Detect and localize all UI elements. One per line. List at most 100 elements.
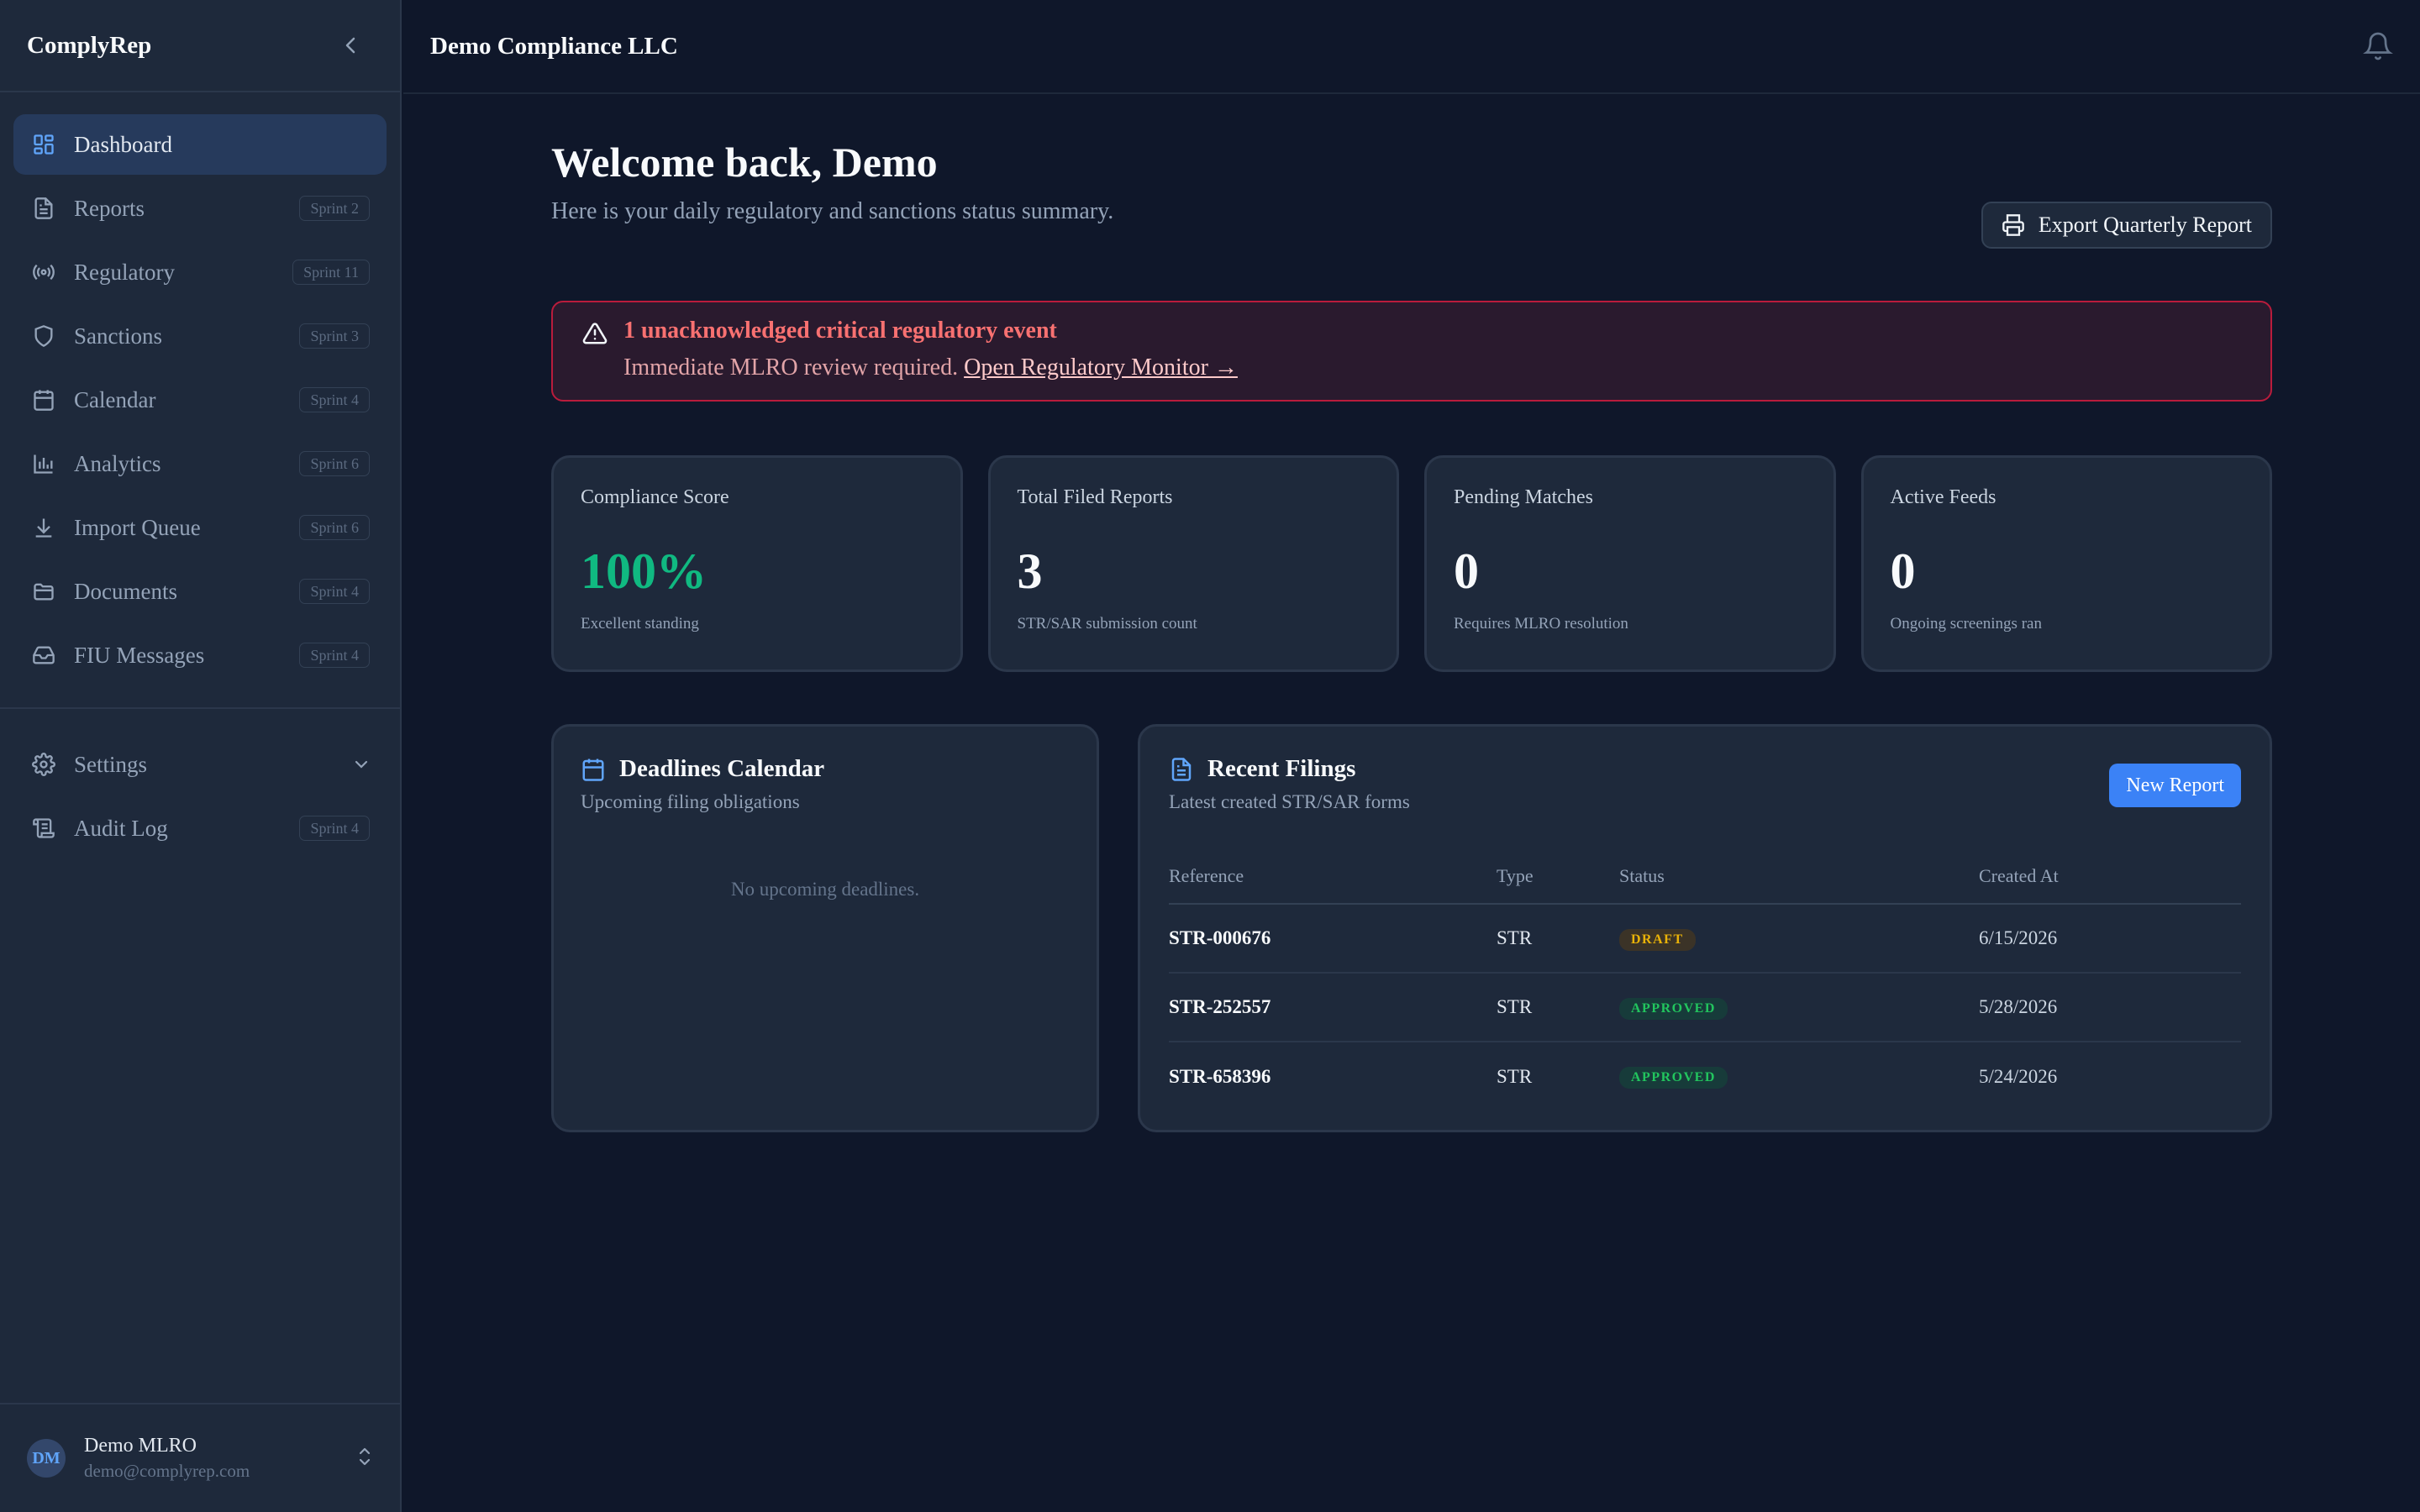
stat-card-active-feeds: Active Feeds 0 Ongoing screenings ran bbox=[1860, 455, 2272, 672]
printer-icon bbox=[2002, 213, 2025, 237]
stat-value: 100% bbox=[581, 543, 707, 599]
calendar-icon bbox=[581, 757, 606, 782]
bottom-panels: Deadlines Calendar Upcoming filing oblig… bbox=[551, 724, 2272, 1132]
sidebar-item-label: Calendar bbox=[74, 386, 156, 412]
sidebar-item-audit-log[interactable]: Audit Log Sprint 4 bbox=[13, 798, 387, 858]
alert-triangle-icon bbox=[581, 321, 608, 385]
sidebar-item-documents[interactable]: Documents Sprint 4 bbox=[13, 561, 387, 622]
download-icon bbox=[30, 514, 57, 541]
sidebar-item-label: FIU Messages bbox=[74, 642, 205, 668]
new-report-button[interactable]: New Report bbox=[2109, 764, 2241, 807]
chevron-left-icon bbox=[345, 37, 355, 54]
sidebar-item-label: Import Queue bbox=[74, 514, 201, 540]
stat-label: Active Feeds bbox=[1890, 486, 1996, 508]
sidebar-item-label: Audit Log bbox=[74, 815, 168, 841]
stats-row: Compliance Score 100% Excellent standing… bbox=[551, 455, 2272, 672]
sidebar-item-label: Settings bbox=[74, 751, 148, 777]
stat-note: STR/SAR submission count bbox=[1017, 615, 1197, 633]
main-content: Welcome back, Demo Here is your daily re… bbox=[551, 94, 2272, 1132]
sidebar-item-dashboard[interactable]: Dashboard bbox=[13, 114, 387, 175]
type-cell: STR bbox=[1497, 973, 1619, 1042]
column-header-status[interactable]: Status bbox=[1619, 848, 1979, 905]
file-text-icon bbox=[1169, 757, 1194, 782]
user-email: demo@complyrep.com bbox=[84, 1461, 250, 1481]
sidebar-item-fiu-messages[interactable]: FIU Messages Sprint 4 bbox=[13, 625, 387, 685]
created-cell: 5/24/2026 bbox=[1979, 1065, 2058, 1087]
file-text-icon bbox=[30, 195, 57, 222]
reference-cell: STR-252557 bbox=[1169, 973, 1497, 1042]
user-menu[interactable]: DM Demo MLRO demo@complyrep.com bbox=[0, 1403, 400, 1512]
column-header-reference[interactable]: Reference bbox=[1169, 848, 1497, 905]
panel-title: Recent Filings bbox=[1207, 755, 1356, 782]
stat-card-pending-matches: Pending Matches 0 Requires MLRO resoluti… bbox=[1424, 455, 1836, 672]
sprint-badge: Sprint 4 bbox=[299, 816, 370, 841]
sprint-badge: Sprint 2 bbox=[299, 196, 370, 221]
table-row[interactable]: STR-252557 STR APPROVED 5/28/2026 bbox=[1169, 973, 2241, 1042]
sidebar-nav: Dashboard Reports Sprint 2 Regulatory Sp… bbox=[0, 92, 400, 858]
open-regulatory-monitor-link[interactable]: Open Regulatory Monitor → bbox=[964, 354, 1238, 381]
column-header-created-at[interactable]: Created At bbox=[1979, 848, 2241, 905]
created-cell: 5/28/2026 bbox=[1979, 973, 2241, 1042]
stat-value: 3 bbox=[1017, 543, 1043, 599]
stat-note: Requires MLRO resolution bbox=[1454, 615, 1628, 633]
inbox-icon bbox=[30, 642, 57, 669]
export-quarterly-report-button[interactable]: Export Quarterly Report bbox=[1981, 202, 2272, 249]
empty-state: No upcoming deadlines. bbox=[730, 879, 920, 900]
sidebar-item-settings[interactable]: Settings bbox=[13, 734, 387, 795]
avatar: DM bbox=[27, 1439, 66, 1478]
scroll-icon bbox=[30, 815, 57, 842]
stat-card-compliance-score: Compliance Score 100% Excellent standing bbox=[551, 455, 963, 672]
alert-message: Immediate MLRO review required. Open Reg… bbox=[623, 354, 1238, 381]
reference-cell: STR-658396 bbox=[1169, 1065, 1271, 1087]
dashboard-icon bbox=[30, 131, 57, 158]
org-name: Demo Compliance LLC bbox=[430, 32, 678, 60]
critical-alert: 1 unacknowledged critical regulatory eve… bbox=[551, 301, 2272, 402]
sidebar-item-calendar[interactable]: Calendar Sprint 4 bbox=[13, 370, 387, 430]
brand-logo[interactable]: ComplyRep bbox=[27, 32, 151, 60]
panel-header: Deadlines Calendar bbox=[581, 755, 1070, 783]
sidebar-item-label: Reports bbox=[74, 195, 145, 221]
sidebar-item-label: Documents bbox=[74, 578, 177, 604]
stat-value: 0 bbox=[1454, 543, 1479, 599]
panel-subtitle: Upcoming filing obligations bbox=[581, 791, 800, 812]
sidebar-item-reports[interactable]: Reports Sprint 2 bbox=[13, 178, 387, 239]
stat-label: Pending Matches bbox=[1454, 486, 1593, 508]
sidebar-item-sanctions[interactable]: Sanctions Sprint 3 bbox=[13, 306, 387, 366]
sidebar-header: ComplyRep bbox=[0, 0, 400, 92]
table-row[interactable]: STR-658396 STR APPROVED 5/24/2026 bbox=[1169, 1042, 2241, 1110]
column-header-type[interactable]: Type bbox=[1497, 848, 1619, 905]
reference-cell: STR-000676 bbox=[1169, 904, 1497, 974]
stat-value: 0 bbox=[1890, 543, 1916, 599]
gear-icon bbox=[30, 751, 57, 778]
page-subtitle: Here is your daily regulatory and sancti… bbox=[551, 198, 1114, 224]
type-cell: STR bbox=[1497, 904, 1619, 974]
table-header-row: Reference Type Status Created At bbox=[1169, 848, 2241, 905]
sidebar-item-import-queue[interactable]: Import Queue Sprint 6 bbox=[13, 497, 387, 558]
sprint-badge: Sprint 6 bbox=[299, 451, 370, 476]
status-badge: APPROVED bbox=[1619, 997, 1728, 1020]
collapse-sidebar-button[interactable] bbox=[338, 33, 363, 58]
sidebar-item-regulatory[interactable]: Regulatory Sprint 11 bbox=[13, 242, 387, 302]
alert-message-text: Immediate MLRO review required. bbox=[623, 354, 959, 381]
sidebar-item-analytics[interactable]: Analytics Sprint 6 bbox=[13, 433, 387, 494]
sprint-badge: Sprint 4 bbox=[299, 643, 370, 668]
sidebar-item-label: Sanctions bbox=[74, 323, 162, 349]
radio-icon bbox=[30, 259, 57, 286]
sprint-badge: Sprint 4 bbox=[299, 579, 370, 604]
status-cell: APPROVED bbox=[1619, 973, 1979, 1042]
panel-subtitle: Latest created STR/SAR forms bbox=[1169, 791, 1410, 812]
chevrons-up-down-icon bbox=[356, 1445, 373, 1473]
stat-label: Compliance Score bbox=[581, 486, 729, 508]
shield-icon bbox=[30, 323, 57, 349]
table-row[interactable]: STR-000676 STR DRAFT 6/15/2026 bbox=[1169, 904, 2241, 974]
panel-header: Recent Filings bbox=[1169, 755, 2241, 783]
user-name: Demo MLRO bbox=[84, 1435, 197, 1457]
stat-note: Excellent standing bbox=[581, 615, 699, 633]
page-title: Welcome back, Demo bbox=[551, 139, 938, 186]
recent-filings-panel: Recent Filings Latest created STR/SAR fo… bbox=[1138, 724, 2272, 1132]
sprint-badge: Sprint 11 bbox=[292, 260, 370, 285]
bell-icon[interactable] bbox=[2363, 30, 2393, 62]
user-info: Demo MLRO demo@complyrep.com bbox=[84, 1435, 356, 1482]
topbar: Demo Compliance LLC bbox=[403, 0, 2420, 94]
sprint-badge: Sprint 3 bbox=[299, 323, 370, 349]
